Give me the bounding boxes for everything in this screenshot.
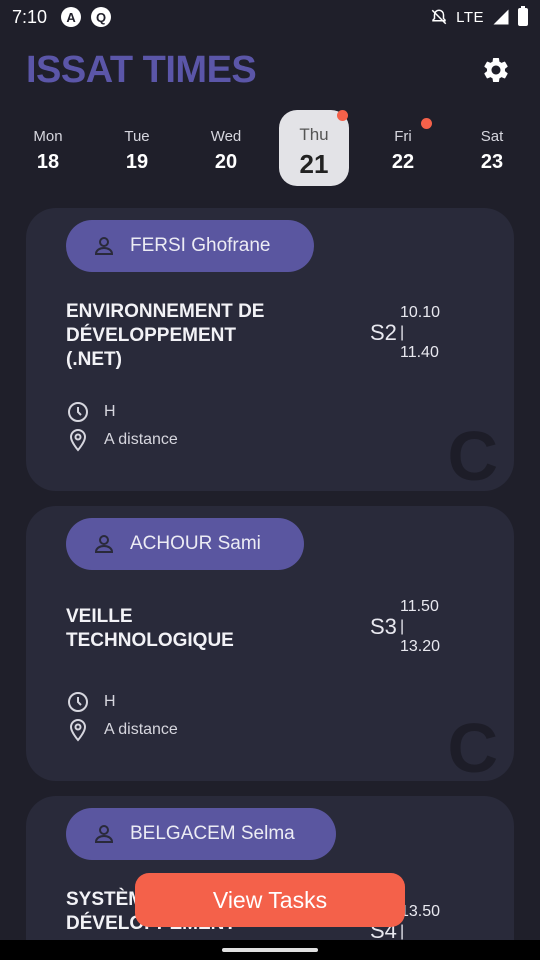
start-time: 13.50 [400, 903, 441, 920]
clock-icon [68, 402, 88, 422]
teacher-name: FERSI Ghofrane [130, 235, 271, 256]
teacher-name: BELGACEM Selma [130, 823, 295, 844]
course-title: VEILLE TECHNOLOGIQUE [66, 606, 234, 651]
session-card[interactable]: FERSI Ghofrane ENVIRONNEMENT DE DÉVELOPP… [26, 208, 514, 491]
teacher-pill[interactable]: FERSI Ghofrane [66, 220, 314, 272]
room-label: S3 [370, 614, 397, 639]
teacher-pill[interactable]: BELGACEM Selma [66, 808, 336, 860]
session-times: 13.50 | [400, 902, 440, 942]
location-pin-icon [69, 718, 87, 742]
clock-icon [68, 692, 88, 712]
session-type-row: H [66, 690, 116, 714]
session-card[interactable]: ACHOUR Sami VEILLE TECHNOLOGIQUE S3 11.5… [26, 506, 514, 781]
session-location: A distance [104, 721, 178, 738]
start-time: 10.10 [400, 304, 441, 321]
time-separator: | [400, 324, 405, 341]
session-type: H [104, 693, 116, 710]
end-time: 11.40 [400, 344, 439, 361]
session-times: 10.10 | 11.40 [400, 303, 440, 363]
view-tasks-button[interactable]: View Tasks [135, 873, 405, 927]
person-icon [94, 535, 114, 553]
start-time: 11.50 [400, 598, 439, 615]
person-icon [94, 237, 114, 255]
session-type-row: H [66, 400, 116, 424]
location-row: A distance [66, 428, 178, 452]
session-location: A distance [104, 431, 178, 448]
home-gesture-handle[interactable] [222, 948, 318, 952]
course-title: ENVIRONNEMENT DE DÉVELOPPEMENT (.NET) [66, 301, 265, 370]
session-type: H [104, 403, 116, 420]
session-times: 11.50 | 13.20 [400, 597, 440, 657]
room-label: S2 [370, 320, 397, 345]
time-separator: | [400, 618, 405, 635]
teacher-pill[interactable]: ACHOUR Sami [66, 518, 304, 570]
time-separator: | [400, 923, 405, 940]
session-badge: C [447, 417, 498, 491]
teacher-name: ACHOUR Sami [130, 533, 261, 554]
session-badge: C [447, 709, 498, 781]
location-pin-icon [69, 428, 87, 452]
person-icon [94, 825, 114, 843]
end-time: 13.20 [400, 638, 441, 655]
session-list: FERSI Ghofrane ENVIRONNEMENT DE DÉVELOPP… [0, 0, 540, 960]
location-row: A distance [66, 718, 178, 742]
